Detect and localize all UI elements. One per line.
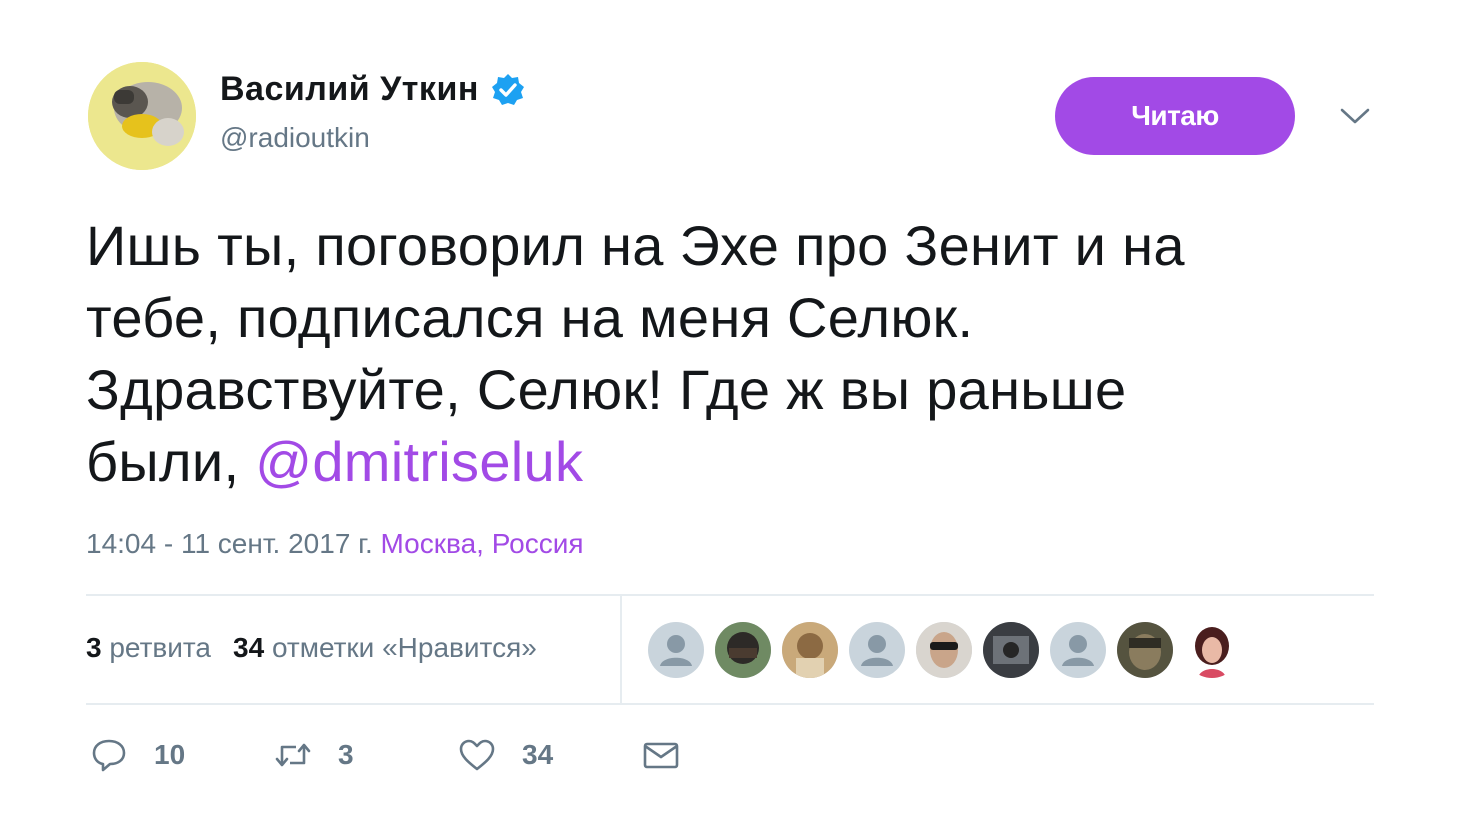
following-button[interactable]: Читаю — [1055, 77, 1295, 155]
tweet-text-prefix: были, — [86, 430, 256, 493]
like-stat-count: 34 — [233, 632, 265, 663]
retweet-count: 3 — [338, 739, 354, 770]
tweet-meta: 14:04 - 11 сент. 2017 г. Москва, Россия — [86, 528, 584, 560]
retweet-button[interactable]: 3 — [274, 736, 354, 774]
like-stat-label: отметки «Нравится» — [271, 632, 537, 663]
tweet-stats: 3 ретвита 34 отметки «Нравится» — [86, 632, 537, 664]
divider — [86, 703, 1374, 705]
heart-icon — [459, 739, 495, 771]
like-count: 34 — [522, 739, 554, 770]
mention-link[interactable]: @dmitriseluk — [255, 430, 583, 493]
reply-icon — [92, 739, 126, 772]
retweet-stat-label: ретвита — [109, 632, 211, 663]
direct-message-button[interactable] — [642, 736, 680, 774]
likers-avatars — [648, 622, 1251, 678]
like-button[interactable]: 34 — [458, 736, 553, 774]
tweet-card: Василий Уткин @radioutkin Читаю Ишь ты, … — [0, 0, 1460, 826]
tweet-timestamp[interactable]: 14:04 - 11 сент. 2017 г. — [86, 528, 373, 559]
user-photo-avatar[interactable] — [782, 622, 838, 678]
envelope-icon — [643, 742, 679, 769]
author-display-name[interactable]: Василий Уткин — [220, 70, 479, 109]
retweet-icon — [275, 743, 311, 767]
divider — [86, 594, 1374, 596]
like-stat[interactable]: 34 отметки «Нравится» — [233, 632, 537, 663]
reply-button[interactable]: 10 — [90, 736, 185, 774]
retweet-stat[interactable]: 3 ретвита — [86, 632, 211, 663]
user-photo-avatar[interactable] — [1117, 622, 1173, 678]
tweet-location-link[interactable]: Москва, Россия — [381, 528, 584, 559]
author-name-row[interactable]: Василий Уткин — [220, 70, 525, 109]
tweet-text: Ишь ты, поговорил на Эхе про Зенит и на … — [86, 210, 1346, 498]
stats-divider — [620, 596, 622, 704]
user-photo-avatar[interactable] — [916, 622, 972, 678]
author-avatar-image — [88, 62, 196, 170]
tweet-text-line: Ишь ты, поговорил на Эхе про Зенит и на — [86, 214, 1185, 277]
verified-badge-icon — [491, 73, 525, 107]
author-handle[interactable]: @radioutkin — [220, 122, 370, 154]
default-avatar-icon[interactable] — [849, 622, 905, 678]
tweet-text-line: Здравствуйте, Селюк! Где ж вы раньше — [86, 358, 1127, 421]
tweet-actions: 10 3 34 — [90, 736, 730, 786]
author-avatar[interactable] — [88, 62, 196, 170]
default-avatar-icon[interactable] — [1050, 622, 1106, 678]
reply-count: 10 — [154, 739, 186, 770]
tweet-text-line: были, @dmitriseluk — [86, 426, 1346, 498]
user-photo-avatar[interactable] — [715, 622, 771, 678]
chevron-down-icon[interactable] — [1338, 104, 1372, 128]
user-photo-avatar[interactable] — [983, 622, 1039, 678]
retweet-stat-count: 3 — [86, 632, 102, 663]
user-photo-avatar[interactable] — [1184, 622, 1240, 678]
default-avatar-icon[interactable] — [648, 622, 704, 678]
tweet-text-line: тебе, подписался на меня Селюк. — [86, 286, 974, 349]
